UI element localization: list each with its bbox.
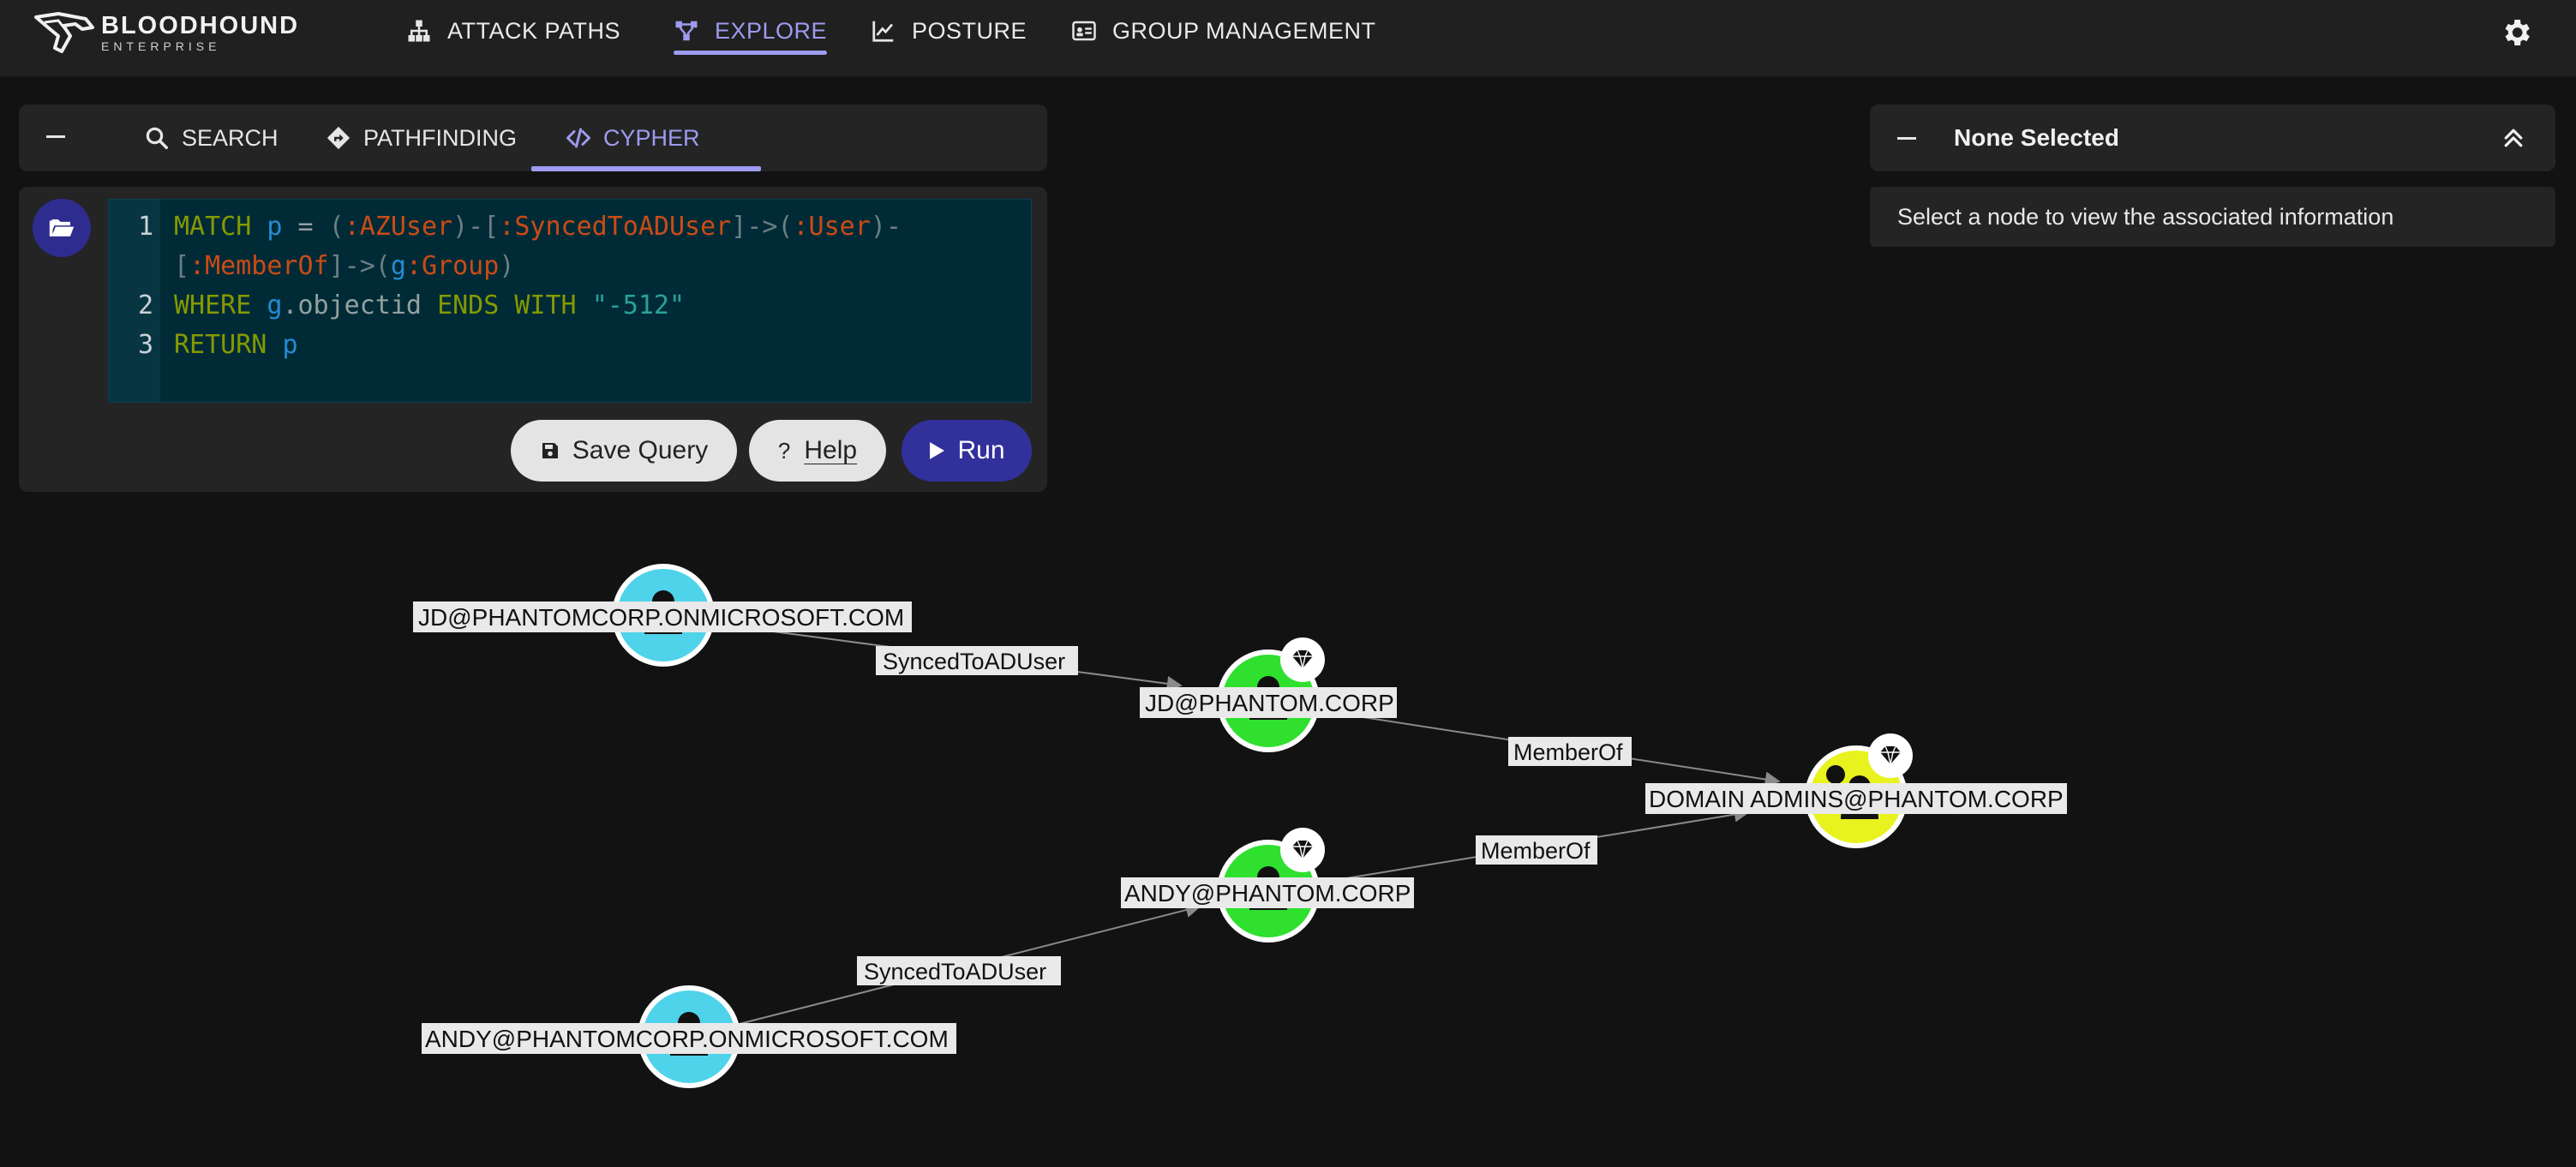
operator-equals: = [297, 212, 314, 242]
query-line-1: MATCH p = (:AZUser)-[:SyncedToADUser]->(… [174, 212, 902, 242]
gear-icon[interactable] [2499, 15, 2533, 50]
tab-pathfinding-label: PATHFINDING [363, 124, 517, 151]
folder-open-icon [49, 219, 75, 236]
line-number: 2 [137, 290, 153, 320]
nav-group-management[interactable]: GROUP MANAGEMENT [1071, 0, 1376, 62]
graph-node-jd-azuser[interactable]: JD@PHANTOMCORP.ONMICROSOFT.COM [413, 564, 912, 667]
svg-text:SyncedToADUser: SyncedToADUser [883, 649, 1065, 674]
gem-icon [1867, 733, 1914, 779]
question-mark-icon: ? [777, 437, 791, 464]
save-query-button[interactable]: Save Query [511, 420, 737, 482]
keyword-ends-with: ENDS WITH [437, 290, 577, 320]
label-group: :Group [405, 251, 500, 281]
logo-subtitle: ENTERPRISE [101, 39, 221, 53]
help-button[interactable]: ? Help [749, 420, 886, 482]
graph-node-jd-user[interactable]: JD@PHANTOM.CORP [1140, 637, 1397, 752]
edge-label-memberof-jd[interactable]: MemberOf [1508, 737, 1632, 766]
graph-canvas[interactable]: SyncedToADUser MemberOf MemberOf SyncedT… [0, 514, 2576, 1167]
nav-active-indicator [674, 51, 828, 55]
query-line-2: WHERE g.objectid ENDS WITH "-512" [174, 290, 685, 320]
play-icon [930, 442, 945, 459]
entity-info-panel-header: None Selected [1870, 105, 2555, 171]
floppy-disk-icon [542, 443, 558, 458]
gem-icon [1279, 827, 1326, 873]
rel-syncedtoaduser: :SyncedToADUser [499, 212, 732, 242]
info-panel-message: Select a node to view the associated inf… [1870, 187, 2555, 247]
run-button[interactable]: Run [902, 420, 1032, 482]
tab-pathfinding[interactable]: PATHFINDING [326, 105, 517, 171]
line-number: 3 [137, 330, 153, 360]
variable-g: g [267, 290, 283, 320]
svg-text:SyncedToADUser: SyncedToADUser [864, 959, 1046, 984]
gem-icon [1279, 637, 1326, 683]
svg-text:ANDY@PHANTOMCORP.ONMICROSOFT.C: ANDY@PHANTOMCORP.ONMICROSOFT.COM [425, 1026, 949, 1052]
graph-edges [662, 616, 1781, 1038]
cypher-editor-panel: 1 2 3 MATCH p = (:AZUser)-[:SyncedToADUs… [19, 187, 1047, 492]
variable-g: g [390, 251, 406, 281]
query-line-3: RETURN p [174, 330, 298, 360]
rel-memberof: :MemberOf [189, 251, 329, 281]
tab-cypher[interactable]: CYPHER [566, 105, 700, 171]
svg-text:DOMAIN ADMINS@PHANTOM.CORP: DOMAIN ADMINS@PHANTOM.CORP [1649, 786, 2064, 812]
directions-icon [326, 126, 350, 150]
keyword-return: RETURN [174, 330, 267, 360]
bloodhound-logo[interactable]: BLOODHOUND ENTERPRISE [33, 9, 299, 57]
edge-label-synced-andy[interactable]: SyncedToADUser [857, 956, 1061, 985]
svg-text:JD@PHANTOM.CORP: JD@PHANTOM.CORP [1145, 690, 1394, 716]
save-query-label: Save Query [572, 436, 709, 464]
graph-node-andy-user[interactable]: ANDY@PHANTOM.CORP [1121, 827, 1414, 943]
string-suffix: "-512" [591, 290, 686, 320]
line-chart-icon [872, 21, 894, 42]
minimize-search-panel-button[interactable] [46, 135, 65, 138]
nav-posture[interactable]: POSTURE [871, 0, 1027, 62]
svg-text:MemberOf: MemberOf [1481, 838, 1591, 864]
bloodhound-logo-icon [34, 12, 94, 53]
tab-search-label: SEARCH [182, 124, 279, 151]
id-card-icon [1072, 21, 1096, 41]
chevrons-up-icon[interactable] [2501, 125, 2526, 151]
label-user: :User [793, 212, 871, 242]
svg-text:MemberOf: MemberOf [1513, 739, 1623, 765]
svg-text:ANDY@PHANTOM.CORP: ANDY@PHANTOM.CORP [1124, 880, 1411, 907]
minimize-info-panel-button[interactable] [1897, 137, 1916, 140]
tab-cypher-label: CYPHER [603, 124, 700, 151]
nav-explore-label: EXPLORE [715, 17, 828, 44]
code-icon [566, 128, 590, 148]
help-label: Help [804, 436, 858, 464]
nav-explore[interactable]: EXPLORE [674, 0, 828, 62]
label-azuser: :AZUser [344, 212, 453, 242]
variable-p: p [267, 212, 283, 242]
query-line-1-wrap: [:MemberOf]->(g:Group) [174, 251, 515, 281]
nav-group-management-label: GROUP MANAGEMENT [1112, 17, 1376, 44]
variable-p: p [282, 330, 298, 360]
tab-search[interactable]: SEARCH [144, 105, 279, 171]
cypher-query-editor[interactable]: 1 2 3 MATCH p = (:AZUser)-[:SyncedToADUs… [108, 199, 1032, 403]
nav-posture-label: POSTURE [912, 17, 1027, 44]
search-mode-tabs: SEARCH PATHFINDING CYPHER [19, 105, 1047, 171]
saved-queries-button[interactable] [33, 199, 91, 257]
svg-text:JD@PHANTOMCORP.ONMICROSOFT.COM: JD@PHANTOMCORP.ONMICROSOFT.COM [418, 604, 904, 631]
info-panel-title: None Selected [1954, 124, 2119, 151]
tab-active-indicator [531, 166, 761, 171]
logo-wordmark: BLOODHOUND [101, 11, 300, 39]
nav-attack-paths-label: ATTACK PATHS [447, 17, 621, 44]
run-label: Run [957, 436, 1005, 464]
line-number: 1 [137, 212, 153, 242]
nav-attack-paths[interactable]: ATTACK PATHS [406, 0, 620, 62]
sitemap-icon [408, 20, 430, 42]
graph-node-andy-azuser[interactable]: ANDY@PHANTOMCORP.ONMICROSOFT.COM [422, 985, 956, 1088]
edge-label-synced-jd[interactable]: SyncedToADUser [876, 646, 1078, 675]
search-icon [146, 127, 168, 149]
graph-node-domain-admins[interactable]: DOMAIN ADMINS@PHANTOM.CORP [1645, 733, 2067, 848]
graph-nodes-icon [675, 21, 698, 41]
edge-label-memberof-andy[interactable]: MemberOf [1476, 835, 1597, 865]
property-objectid: .objectid [282, 290, 422, 320]
top-navigation-bar: BLOODHOUND ENTERPRISE ATTACK PATHS EXPLO… [0, 0, 2576, 77]
keyword-where: WHERE [174, 290, 252, 320]
keyword-match: MATCH [174, 212, 252, 242]
